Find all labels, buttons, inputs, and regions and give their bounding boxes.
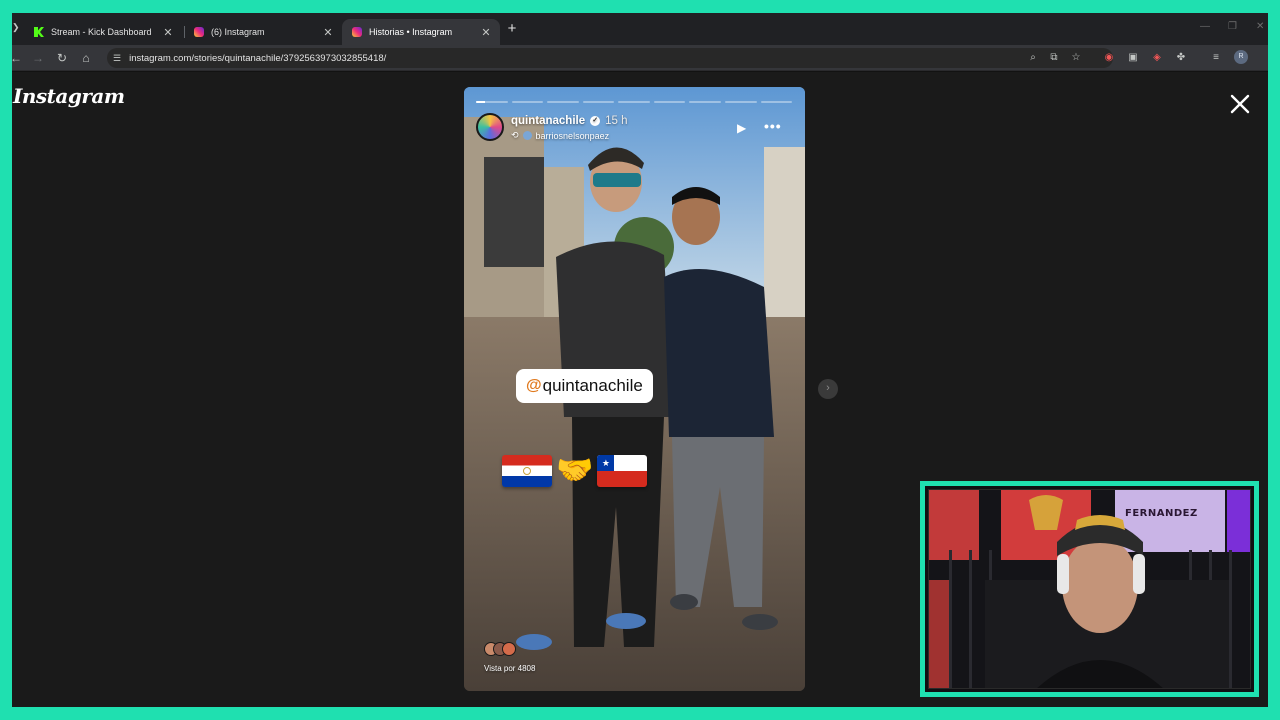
story-progress-segment <box>547 101 579 103</box>
new-tab-button[interactable]: + <box>503 20 521 38</box>
chevron-right-icon[interactable]: › <box>818 379 838 399</box>
window-close-icon[interactable]: ✕ <box>1256 21 1264 32</box>
webcam-overlay: FERNANDEZ <box>920 481 1259 697</box>
extension-square-icon[interactable]: ▣ <box>1126 51 1140 65</box>
tab-historias-instagram[interactable]: Historias • Instagram ✕ <box>342 19 500 45</box>
chile-flag-icon: ★ <box>597 455 648 487</box>
story-progress-segment <box>582 101 615 103</box>
poster-text: FERNANDEZ <box>1125 508 1198 519</box>
extension-lastpass-icon[interactable]: ◈ <box>1150 51 1164 65</box>
extension-record-icon[interactable]: ◉ <box>1102 51 1116 65</box>
tab-label: Historias • Instagram <box>369 27 453 37</box>
story-header: quintanachile ✓ 15 h <box>511 115 628 127</box>
story-progress-fill <box>476 101 486 103</box>
repost-attribution[interactable]: ⟲ barriosnelsonpaez <box>511 130 609 141</box>
kick-icon <box>34 27 44 37</box>
url-text[interactable]: instagram.com/stories/quintanachile/3792… <box>129 53 386 64</box>
paraguay-flag-icon <box>502 455 552 487</box>
reading-list-icon[interactable]: ≡ <box>1209 51 1223 65</box>
tab-close-icon[interactable]: ✕ <box>480 26 492 39</box>
install-app-icon[interactable]: ⧉ <box>1047 51 1061 65</box>
play-icon[interactable]: ▶ <box>737 121 746 135</box>
story-avatar[interactable] <box>476 113 504 141</box>
browser-tab-strip: ❯ Stream - Kick Dashboard ✕ (6) Instagra… <box>12 13 1268 45</box>
reload-icon[interactable]: ↻ <box>54 50 70 66</box>
back-arrow-icon[interactable]: ← <box>12 50 24 66</box>
forward-arrow-icon[interactable]: → <box>30 50 46 66</box>
story-progress-segment <box>689 101 721 103</box>
restore-icon[interactable]: ❐ <box>1228 21 1237 32</box>
reposted-from-username[interactable]: barriosnelsonpaez <box>536 131 610 141</box>
extensions-puzzle-icon[interactable]: ✤ <box>1174 51 1188 65</box>
story-progress-segment <box>618 101 650 103</box>
flags-sticker: 🤝 ★ <box>502 454 648 487</box>
tab-close-icon[interactable]: ✕ <box>162 26 174 39</box>
instagram-icon <box>352 27 362 37</box>
viewers-avatars[interactable] <box>484 642 516 656</box>
story-progress-bar <box>476 101 793 103</box>
more-options-icon[interactable]: ••• <box>764 118 782 134</box>
handshake-icon: 🤝 <box>556 454 594 487</box>
tab-close-icon[interactable]: ✕ <box>322 26 334 39</box>
tab-instagram[interactable]: (6) Instagram ✕ <box>184 19 342 45</box>
webcam-scene <box>929 490 1250 688</box>
bookmark-star-icon[interactable]: ☆ <box>1069 51 1083 65</box>
repost-avatar <box>522 131 532 140</box>
home-icon[interactable]: ⌂ <box>78 50 94 66</box>
address-bar[interactable]: ☰ instagram.com/stories/quintanachile/37… <box>107 48 1113 68</box>
mention-sticker[interactable]: @ quintanachile <box>516 369 653 403</box>
story-progress-segment <box>724 101 757 103</box>
story-progress-segment <box>760 101 793 103</box>
webcam-feed: FERNANDEZ <box>928 489 1251 689</box>
tab-search-chevron-icon[interactable]: ❯ <box>12 22 20 33</box>
instagram-logo[interactable]: Instagram <box>13 84 125 108</box>
tab-label: Stream - Kick Dashboard <box>51 27 152 37</box>
tab-label: (6) Instagram <box>211 27 265 37</box>
repost-icon: ⟲ <box>511 130 519 140</box>
profile-avatar[interactable]: R <box>1234 50 1248 64</box>
mention-username: quintanachile <box>542 376 643 395</box>
site-info-icon[interactable]: ☰ <box>113 53 121 64</box>
browser-toolbar: ← → ↻ ⌂ ☰ instagram.com/stories/quintana… <box>12 45 1268 71</box>
story-username[interactable]: quintanachile <box>511 115 585 127</box>
views-count[interactable]: Vista por 4808 <box>484 664 535 673</box>
story-viewer[interactable]: quintanachile ✓ 15 h ⟲ barriosnelsonpaez… <box>464 87 805 691</box>
verified-badge-icon: ✓ <box>590 116 601 126</box>
viewer-avatar <box>502 642 516 656</box>
mention-at-icon: @ <box>526 377 542 394</box>
tab-kick-dashboard[interactable]: Stream - Kick Dashboard ✕ <box>24 19 182 45</box>
story-time: 15 h <box>605 115 628 127</box>
minimize-icon[interactable]: — <box>1200 21 1210 32</box>
story-progress-segment <box>511 101 544 103</box>
close-icon[interactable] <box>1226 90 1254 118</box>
story-progress-segment <box>476 101 508 103</box>
zoom-icon[interactable]: ⌕ <box>1026 51 1040 65</box>
instagram-icon <box>194 27 204 37</box>
story-progress-segment <box>653 101 686 103</box>
